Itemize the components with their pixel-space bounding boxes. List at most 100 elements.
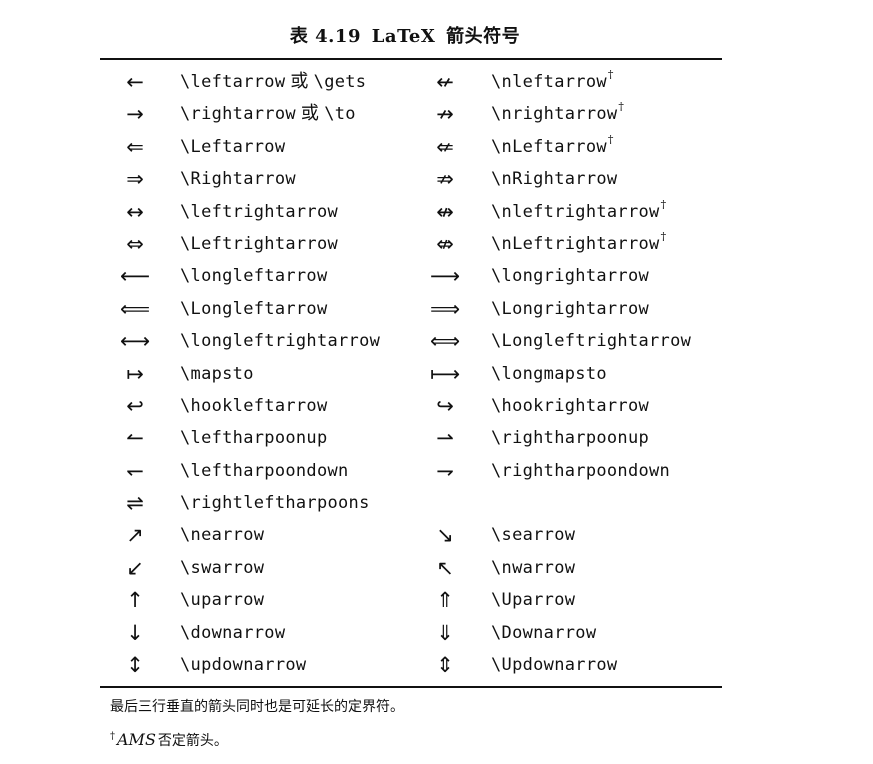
table-row: ⇌ \rightleftharpoons [100, 487, 722, 519]
right-arrow-symbol: ⇓ [436, 620, 454, 645]
table-row: ⇒ \Rightarrow ⇏ \nRightarrow [100, 163, 722, 195]
right-command-text: \nLeftrightarrow [491, 233, 660, 254]
table-row: ↽ \leftharpoondown ⇁ \rightharpoondown [100, 455, 722, 487]
right-command-text: \nleftrightarrow [491, 201, 660, 222]
left-command-text: \leftrightarrow [180, 201, 339, 222]
right-command-text: \rightharpoondown [491, 460, 671, 481]
right-command: \longmapsto [491, 358, 607, 390]
left-arrow-symbol: ↑ [126, 588, 144, 613]
right-arrow-symbol: ⟶ [429, 264, 461, 289]
left-arrow-symbol: ⇒ [126, 167, 144, 192]
right-arrow-symbol: ⇀ [436, 426, 454, 451]
left-command-alias: \gets [313, 72, 367, 92]
left-command: \Leftarrow [180, 131, 285, 163]
right-command-text: \nRightarrow [491, 169, 618, 190]
right-command: \hookrightarrow [491, 390, 649, 422]
table-row: ↩ \hookleftarrow ↪ \hookrightarrow [100, 390, 722, 422]
left-command: \longleftarrow [180, 260, 328, 292]
right-arrow-symbol: ⇏ [436, 167, 454, 192]
table-row: ↙ \swarrow ↖ \nwarrow [100, 552, 722, 584]
right-command: \nrightarrow† [491, 98, 624, 130]
right-command-text: \Longleftrightarrow [491, 331, 692, 352]
left-command-text: \longleftarrow [180, 266, 328, 287]
left-arrow-symbol: ⇐ [126, 134, 144, 159]
left-command: \leftarrow 或 \gets [180, 66, 366, 98]
right-arrow-symbol: ⟺ [429, 329, 461, 354]
left-command-text: \swarrow [180, 557, 265, 578]
or-word: 或 [290, 71, 309, 92]
left-command-text: \hookleftarrow [180, 395, 328, 416]
table-row: ⟸ \Longleftarrow ⟹ \Longrightarrow [100, 293, 722, 325]
left-command: \hookleftarrow [180, 390, 328, 422]
table-caption: 表 4.19 LaTeX 箭头符号 [0, 22, 810, 48]
left-command: \rightarrow 或 \to [180, 98, 356, 130]
caption-suffix: 箭头符号 [446, 26, 521, 47]
left-arrow-symbol: ↩ [126, 393, 144, 418]
right-command: \nleftrightarrow† [491, 196, 666, 228]
right-command: \Longrightarrow [491, 293, 649, 325]
right-arrow-symbol: ↮ [436, 199, 454, 224]
table-row: ↼ \leftharpoonup ⇀ \rightharpoonup [100, 422, 722, 454]
right-arrow-symbol: ↛ [436, 102, 454, 127]
left-arrow-symbol: ↦ [126, 361, 144, 386]
left-arrow-symbol: ⟸ [119, 296, 151, 321]
left-command: \leftharpoonup [180, 422, 328, 454]
left-command: \updownarrow [180, 649, 306, 681]
right-arrow-symbol: ↚ [436, 70, 454, 94]
left-command: \leftrightarrow [180, 196, 338, 228]
table-row: ↦ \mapsto ⟼ \longmapsto [100, 358, 722, 390]
right-arrow-symbol: ↘ [436, 523, 454, 548]
left-arrow-symbol: ↽ [126, 458, 144, 483]
left-command-text: \leftarrow [180, 72, 286, 92]
right-command-text: \rightharpoonup [491, 428, 650, 449]
left-arrow-symbol: ↓ [126, 620, 144, 645]
dagger-mark: † [607, 68, 614, 81]
table-row: ⇔ \Leftrightarrow ⇎ \nLeftrightarrow† [100, 228, 722, 260]
table-row: ⇐ \Leftarrow ⇍ \nLeftarrow† [100, 131, 722, 163]
left-command-text: \leftharpoonup [180, 428, 328, 449]
right-command-text: \Longrightarrow [491, 298, 650, 319]
left-arrow-symbol: ↙ [126, 555, 144, 580]
left-arrow-symbol: ↗ [126, 523, 144, 548]
table-row: ⟷ \longleftrightarrow ⟺ \Longleftrightarrow [100, 325, 722, 357]
table-row: ↕ \updownarrow ⇕ \Updownarrow [100, 649, 722, 681]
left-arrow-symbol: ⇔ [126, 231, 144, 256]
left-command-text: \Leftarrow [180, 136, 286, 157]
left-arrow-symbol: ← [126, 70, 144, 94]
dagger-mark: † [618, 100, 625, 114]
right-command: \searrow [491, 519, 575, 551]
right-arrow-symbol: ⟼ [429, 361, 461, 386]
right-arrow-symbol: ↪ [436, 393, 454, 418]
table-row: ↑ \uparrow ⇑ \Uparrow [100, 584, 722, 616]
left-arrow-symbol: ⟷ [119, 329, 151, 354]
ams-note: † AMS 否定箭头。 [110, 730, 228, 750]
left-command-text: \longleftrightarrow [180, 331, 381, 352]
caption-prefix: 表 4.19 [289, 26, 361, 47]
right-command: \nLeftarrow† [491, 131, 614, 163]
right-command: \nleftarrow† [491, 66, 614, 98]
left-arrow-symbol: ⇌ [126, 491, 144, 516]
right-command-text: \nwarrow [491, 557, 576, 578]
left-command-text: \uparrow [180, 590, 265, 611]
left-command: \uparrow [180, 584, 264, 616]
right-command-text: \searrow [491, 525, 576, 546]
left-arrow-symbol: → [126, 102, 144, 127]
right-arrow-symbol: ⇑ [436, 588, 454, 613]
right-command-text: \Downarrow [491, 622, 597, 643]
right-arrow-symbol: ⇍ [436, 134, 454, 159]
right-command-text: \hookrightarrow [491, 395, 650, 416]
top-rule [100, 58, 722, 60]
left-command: \swarrow [180, 552, 264, 584]
left-command-text: \Rightarrow [180, 169, 296, 190]
ams-dagger: † [110, 731, 115, 742]
left-command-text: \nearrow [180, 525, 265, 546]
right-command-text: \nrightarrow [491, 104, 618, 125]
ams-note-text: 否定箭头。 [157, 733, 228, 749]
right-arrow-symbol: ↖ [436, 555, 454, 580]
right-arrow-symbol: ⇁ [436, 458, 454, 483]
right-command: \rightharpoonup [491, 422, 649, 454]
left-command: \downarrow [180, 617, 285, 649]
dagger-mark: † [660, 197, 667, 211]
left-command: \leftharpoondown [180, 455, 349, 487]
left-command: \nearrow [180, 519, 264, 551]
